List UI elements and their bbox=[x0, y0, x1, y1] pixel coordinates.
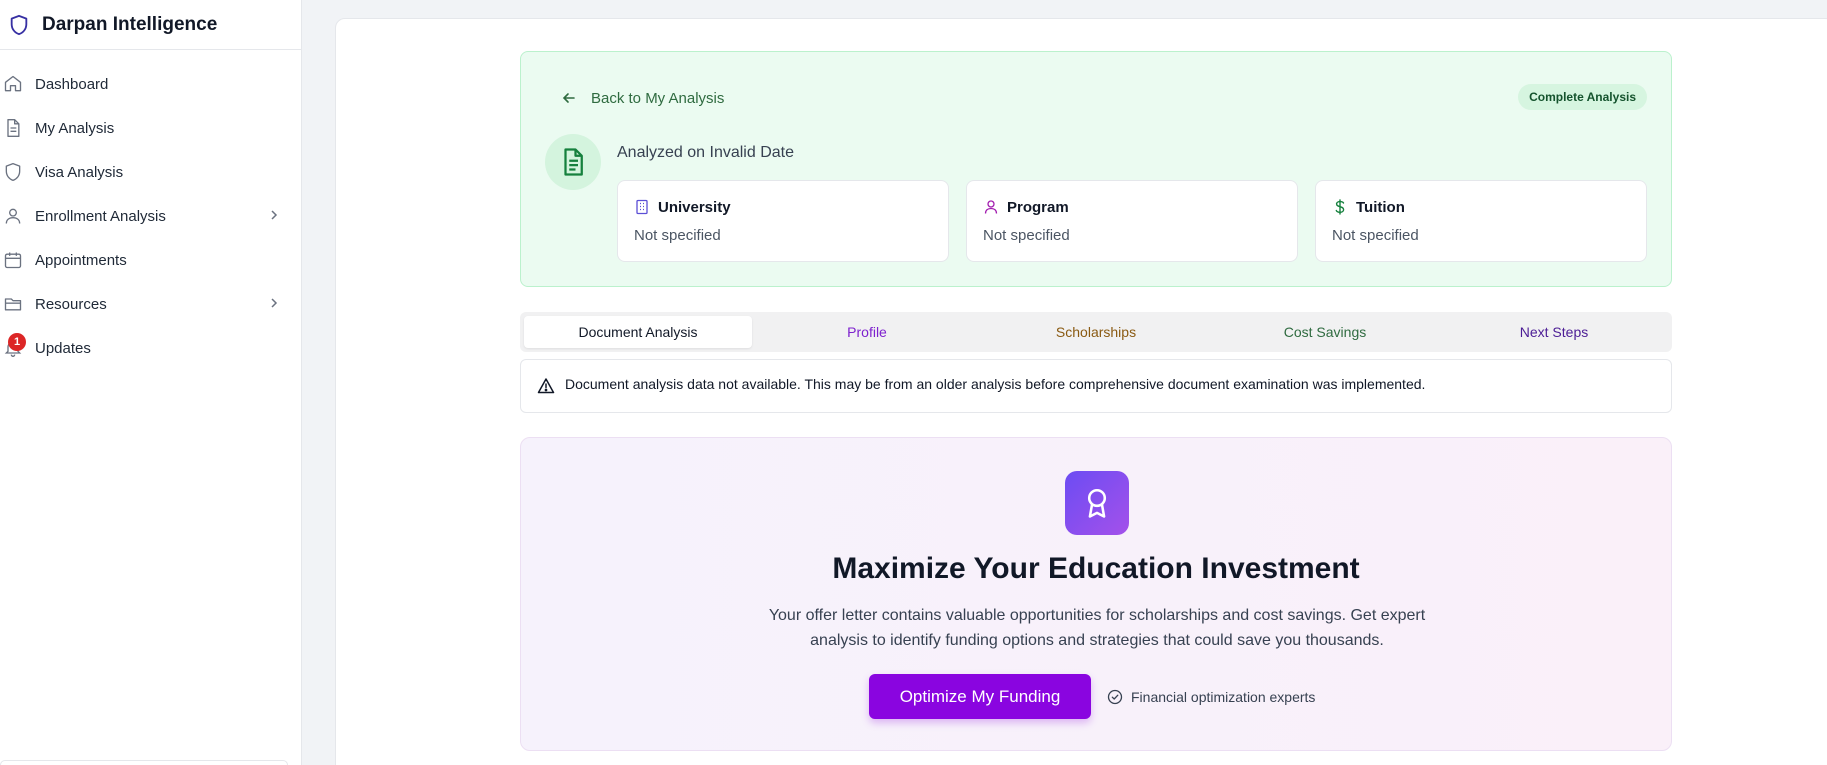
sidebar-item-enrollment-analysis[interactable]: Enrollment Analysis bbox=[0, 194, 301, 238]
user-icon bbox=[5, 208, 21, 224]
arrow-left-icon bbox=[562, 93, 575, 103]
tab-profile[interactable]: Profile bbox=[753, 316, 981, 348]
sidebar-item-my-analysis[interactable]: My Analysis bbox=[0, 106, 301, 150]
card-value: Not specified bbox=[634, 227, 721, 244]
promo-note-text: Financial optimization experts bbox=[1131, 689, 1316, 705]
card-title: Program bbox=[1007, 199, 1069, 216]
card-value: Not specified bbox=[1332, 227, 1419, 244]
shield-icon bbox=[10, 14, 28, 35]
sidebar-item-appointments[interactable]: Appointments bbox=[0, 238, 301, 282]
sidebar-nav: Dashboard My Analysis Visa Analysis Enro… bbox=[0, 50, 301, 370]
notification-badge: 1 bbox=[8, 333, 26, 351]
dollar-icon bbox=[1335, 199, 1345, 215]
funding-promo: Maximize Your Education Investment Your … bbox=[520, 437, 1672, 751]
card-value: Not specified bbox=[983, 227, 1070, 244]
promo-description: Your offer letter contains valuable oppo… bbox=[768, 607, 1426, 649]
chevron-right-icon[interactable] bbox=[268, 209, 280, 221]
sidebar-item-label: Visa Analysis bbox=[35, 163, 124, 181]
university-card: University Not specified bbox=[617, 180, 949, 262]
sidebar-item-label: Updates bbox=[35, 339, 91, 357]
sidebar-item-label: Resources bbox=[35, 295, 107, 313]
analysis-tabs: Document Analysis Profile Scholarships C… bbox=[520, 312, 1672, 352]
tab-document-analysis[interactable]: Document Analysis bbox=[524, 316, 752, 348]
calendar-icon bbox=[4, 252, 22, 269]
analyzed-date: Analyzed on Invalid Date bbox=[617, 144, 794, 161]
card-title: University bbox=[658, 199, 731, 216]
sidebar-item-updates[interactable]: 1 Updates bbox=[0, 326, 301, 370]
back-link[interactable]: Back to My Analysis bbox=[561, 86, 724, 110]
alert-banner: Document analysis data not available. Th… bbox=[520, 359, 1672, 413]
promo-title: Maximize Your Education Investment bbox=[832, 552, 1360, 585]
document-avatar bbox=[545, 134, 601, 190]
optimize-funding-button[interactable]: Optimize My Funding bbox=[869, 674, 1091, 719]
tab-next-steps[interactable]: Next Steps bbox=[1440, 316, 1668, 348]
program-card: Program Not specified bbox=[966, 180, 1298, 262]
check-circle-icon bbox=[1107, 689, 1123, 705]
user-icon bbox=[984, 200, 998, 214]
sidebar-item-label: Enrollment Analysis bbox=[35, 207, 166, 225]
sidebar-item-label: My Analysis bbox=[35, 119, 115, 137]
promo-note: Financial optimization experts bbox=[1107, 686, 1315, 708]
app-name: Darpan Intelligence bbox=[42, 13, 218, 35]
card-title: Tuition bbox=[1356, 199, 1405, 216]
tab-scholarships[interactable]: Scholarships bbox=[982, 316, 1210, 348]
folder-icon bbox=[4, 298, 22, 311]
tab-cost-savings[interactable]: Cost Savings bbox=[1211, 316, 1439, 348]
analysis-header: Back to My Analysis Complete Analysis An… bbox=[520, 51, 1672, 287]
sidebar-item-label: Appointments bbox=[35, 251, 127, 269]
sidebar-item-label: Dashboard bbox=[35, 75, 109, 93]
brand[interactable]: Darpan Intelligence bbox=[0, 0, 301, 50]
file-text-icon bbox=[564, 148, 583, 176]
sidebar-item-visa-analysis[interactable]: Visa Analysis bbox=[0, 150, 301, 194]
sidebar-item-dashboard[interactable]: Dashboard bbox=[0, 62, 301, 106]
back-link-label: Back to My Analysis bbox=[591, 89, 725, 107]
status-badge: Complete Analysis bbox=[1518, 84, 1647, 110]
chevron-right-icon[interactable] bbox=[268, 297, 280, 309]
warning-icon bbox=[537, 378, 555, 394]
alert-text: Document analysis data not available. Th… bbox=[565, 376, 1426, 392]
sidebar: Darpan Intelligence Dashboard My Analysi… bbox=[0, 0, 302, 765]
file-icon bbox=[7, 119, 20, 137]
tuition-card: Tuition Not specified bbox=[1315, 180, 1647, 262]
sidebar-footer bbox=[0, 760, 288, 765]
home-icon bbox=[4, 75, 22, 92]
shield-icon bbox=[5, 163, 21, 181]
award-icon bbox=[1065, 471, 1129, 535]
sidebar-item-resources[interactable]: Resources bbox=[0, 282, 301, 326]
building-icon bbox=[636, 199, 648, 215]
